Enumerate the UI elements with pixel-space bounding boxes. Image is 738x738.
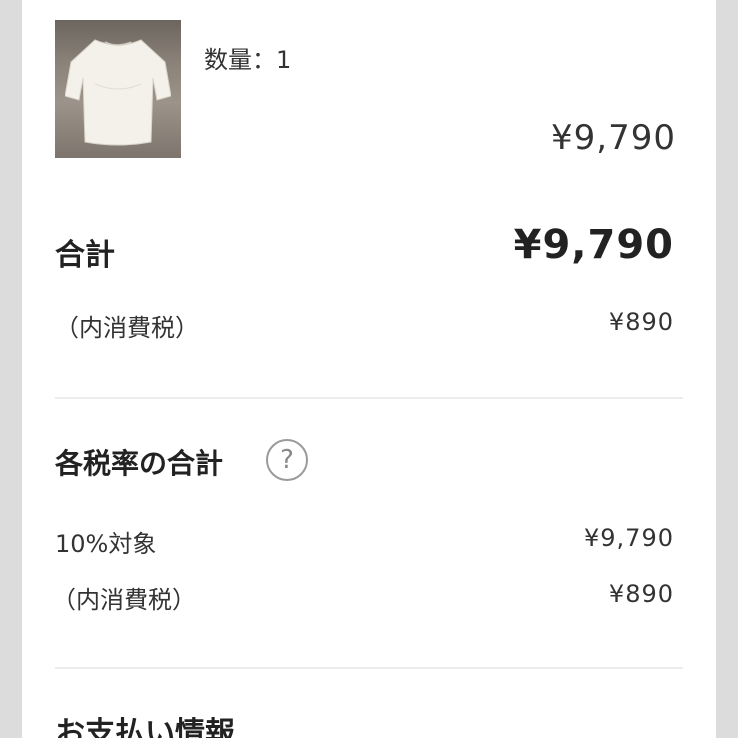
divider [55,667,683,669]
order-summary-card: 数量：1 ¥9,790 合計 ¥9,790 （内消費税） ¥890 各税率の合計… [22,0,716,738]
quantity-text: 数量：1 [204,46,292,74]
tax-included-label: （内消費税） [55,314,199,342]
payment-info-title: お支払い情報 [55,716,235,738]
product-thumbnail[interactable] [55,20,181,158]
item-price: ¥9,790 [551,118,676,158]
tax-rate-section-title: 各税率の合計 [55,447,224,480]
total-value: ¥9,790 [513,222,674,268]
tax-rate-value: ¥9,790 [584,524,674,552]
divider [55,397,683,399]
tax-rate-label: 10%対象 [55,530,157,558]
total-label: 合計 [55,238,115,273]
help-icon[interactable]: ? [266,439,308,481]
tax-included-value: ¥890 [608,308,674,336]
tax-rate-tax-value: ¥890 [608,580,674,608]
blouse-image [65,39,171,146]
tax-rate-tax-label: （内消費税） [52,586,196,614]
